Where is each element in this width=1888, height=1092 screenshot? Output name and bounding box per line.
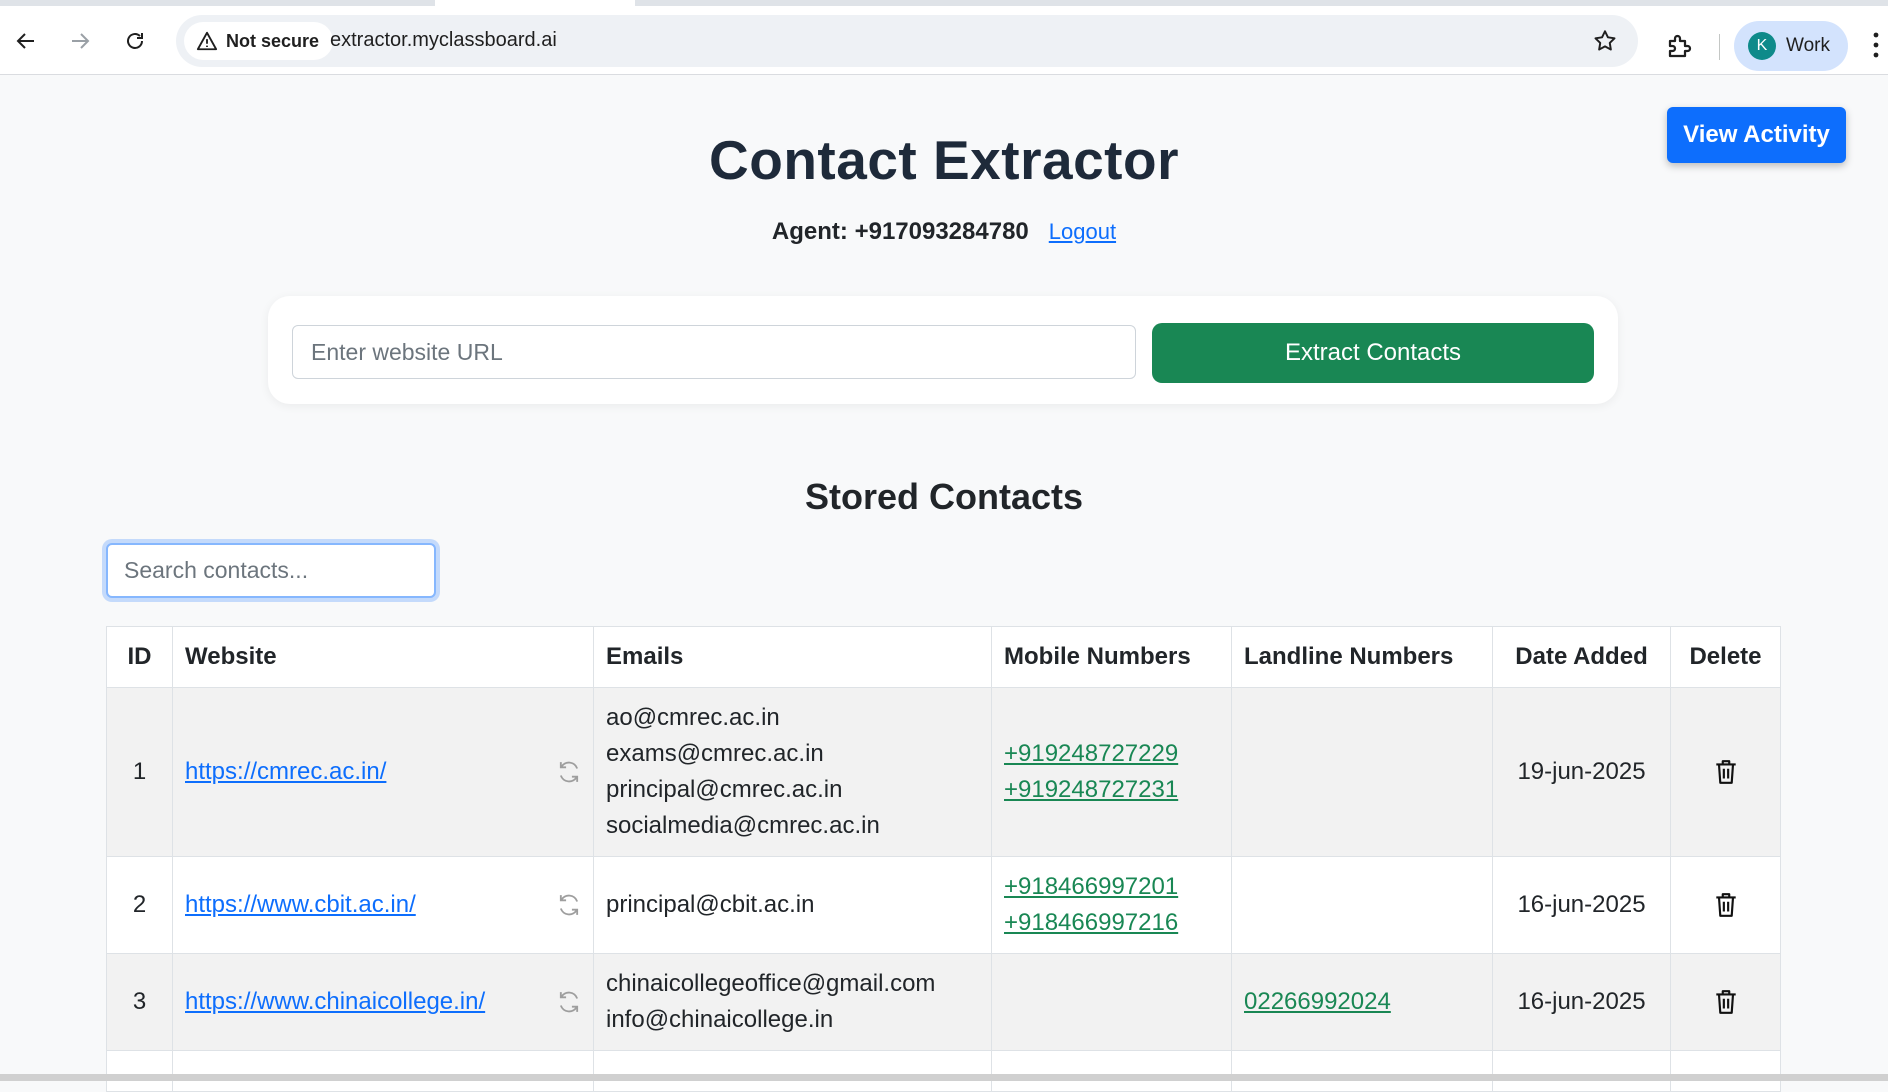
reload-icon [127,33,143,49]
delete-cell [1670,687,1781,857]
email-item: principal@cbit.ac.in [606,891,815,918]
emails-cell [593,1050,992,1092]
email-item: info@chinaicollege.in [606,1006,834,1033]
arrow-left-icon [16,33,34,49]
url-text[interactable]: extractor.myclassboard.ai [330,29,557,52]
column-header-mobile: Mobile Numbers [991,626,1232,688]
row-id [106,1050,173,1092]
table-row: 3 https://www.chinaicollege.in/ chinaico… [106,953,1781,1051]
table-row: 1 https://cmrec.ac.in/ ao@cmrec.ac.in ex… [106,687,1781,857]
forward-button[interactable] [62,23,98,59]
column-header-date: Date Added [1492,626,1671,688]
delete-cell [1670,953,1781,1051]
toolbar-divider [1719,34,1720,60]
refresh-icon[interactable] [555,891,583,919]
agent-info: Agent: +917093284780 Logout [0,218,1888,246]
bookmark-star-icon[interactable] [1592,28,1618,54]
website-link[interactable]: https://cmrec.ac.in/ [185,758,386,785]
address-bar[interactable]: Not secure extractor.myclassboard.ai [176,15,1638,67]
reload-button[interactable] [117,23,153,59]
avatar: K [1748,32,1776,60]
back-button[interactable] [8,23,44,59]
section-title: Stored Contacts [804,476,1084,517]
page-title: Contact Extractor [709,129,1179,191]
website-cell [172,1050,594,1092]
email-item: chinaicollegeoffice@gmail.com [606,970,936,997]
contacts-table: ID Website Emails Mobile Numbers Landlin… [106,626,1781,1092]
security-label: Not secure [226,30,320,51]
column-header-website: Website [172,626,594,688]
mobile-link[interactable]: +919248727229 [1004,736,1219,772]
profile-button[interactable]: K Work [1734,21,1848,71]
trash-icon[interactable] [1713,891,1739,919]
trash-icon[interactable] [1713,758,1739,786]
mobiles-cell [991,953,1232,1051]
mobiles-cell: +919248727229 +919248727231 [991,687,1232,857]
table-row [106,1050,1781,1092]
agent-label: Agent: +917093284780 [771,218,1029,245]
emails-cell: principal@cbit.ac.in [593,856,992,954]
emails-cell: ao@cmrec.ac.in exams@cmrec.ac.in princip… [593,687,992,857]
window-bottom-edge [0,1074,1888,1081]
date-cell: 16-jun-2025 [1492,856,1671,954]
security-chip[interactable]: Not secure [184,22,334,60]
landlines-cell [1231,687,1493,857]
row-id: 3 [106,953,173,1051]
refresh-icon[interactable] [555,758,583,786]
landlines-cell [1231,1050,1493,1092]
trash-icon[interactable] [1713,988,1739,1016]
url-input[interactable] [292,325,1136,379]
browser-toolbar: Not secure extractor.myclassboard.ai K W… [0,6,1888,75]
mobile-link[interactable]: +918466997201 [1004,869,1219,905]
row-id: 2 [106,856,173,954]
website-cell: https://www.chinaicollege.in/ [172,953,594,1051]
email-item: principal@cmrec.ac.in [606,776,843,803]
column-header-id: ID [106,626,173,688]
delete-cell [1670,1050,1781,1092]
date-cell [1492,1050,1671,1092]
warning-icon [196,31,218,51]
mobiles-cell [991,1050,1232,1092]
date-cell: 19-jun-2025 [1492,687,1671,857]
table-header-row: ID Website Emails Mobile Numbers Landlin… [106,626,1781,688]
website-cell: https://cmrec.ac.in/ [172,687,594,857]
column-header-delete: Delete [1670,626,1781,688]
search-input[interactable] [106,543,436,598]
profile-name: Work [1786,35,1830,56]
arrow-right-icon [72,33,90,49]
landlines-cell: 02266992024 [1231,953,1493,1051]
more-menu-icon[interactable] [1870,30,1882,60]
website-link[interactable]: https://www.cbit.ac.in/ [185,891,416,918]
emails-cell: chinaicollegeoffice@gmail.com info@china… [593,953,992,1051]
row-id: 1 [106,687,173,857]
website-link[interactable]: https://www.chinaicollege.in/ [185,988,485,1015]
landline-link[interactable]: 02266992024 [1244,984,1480,1020]
landlines-cell [1231,856,1493,954]
logout-link[interactable]: Logout [1049,219,1116,245]
column-header-emails: Emails [593,626,992,688]
email-item: ao@cmrec.ac.in [606,704,780,731]
mobiles-cell: +918466997201 +918466997216 [991,856,1232,954]
extract-contacts-button[interactable]: Extract Contacts [1152,323,1594,383]
column-header-landline: Landline Numbers [1231,626,1493,688]
extensions-icon[interactable] [1665,31,1695,61]
mobile-link[interactable]: +919248727231 [1004,772,1219,808]
refresh-icon[interactable] [555,988,583,1016]
email-item: socialmedia@cmrec.ac.in [606,812,880,839]
website-cell: https://www.cbit.ac.in/ [172,856,594,954]
delete-cell [1670,856,1781,954]
email-item: exams@cmrec.ac.in [606,740,824,767]
date-cell: 16-jun-2025 [1492,953,1671,1051]
mobile-link[interactable]: +918466997216 [1004,905,1219,941]
table-row: 2 https://www.cbit.ac.in/ principal@cbit… [106,856,1781,954]
extract-form: Extract Contacts [268,296,1618,404]
